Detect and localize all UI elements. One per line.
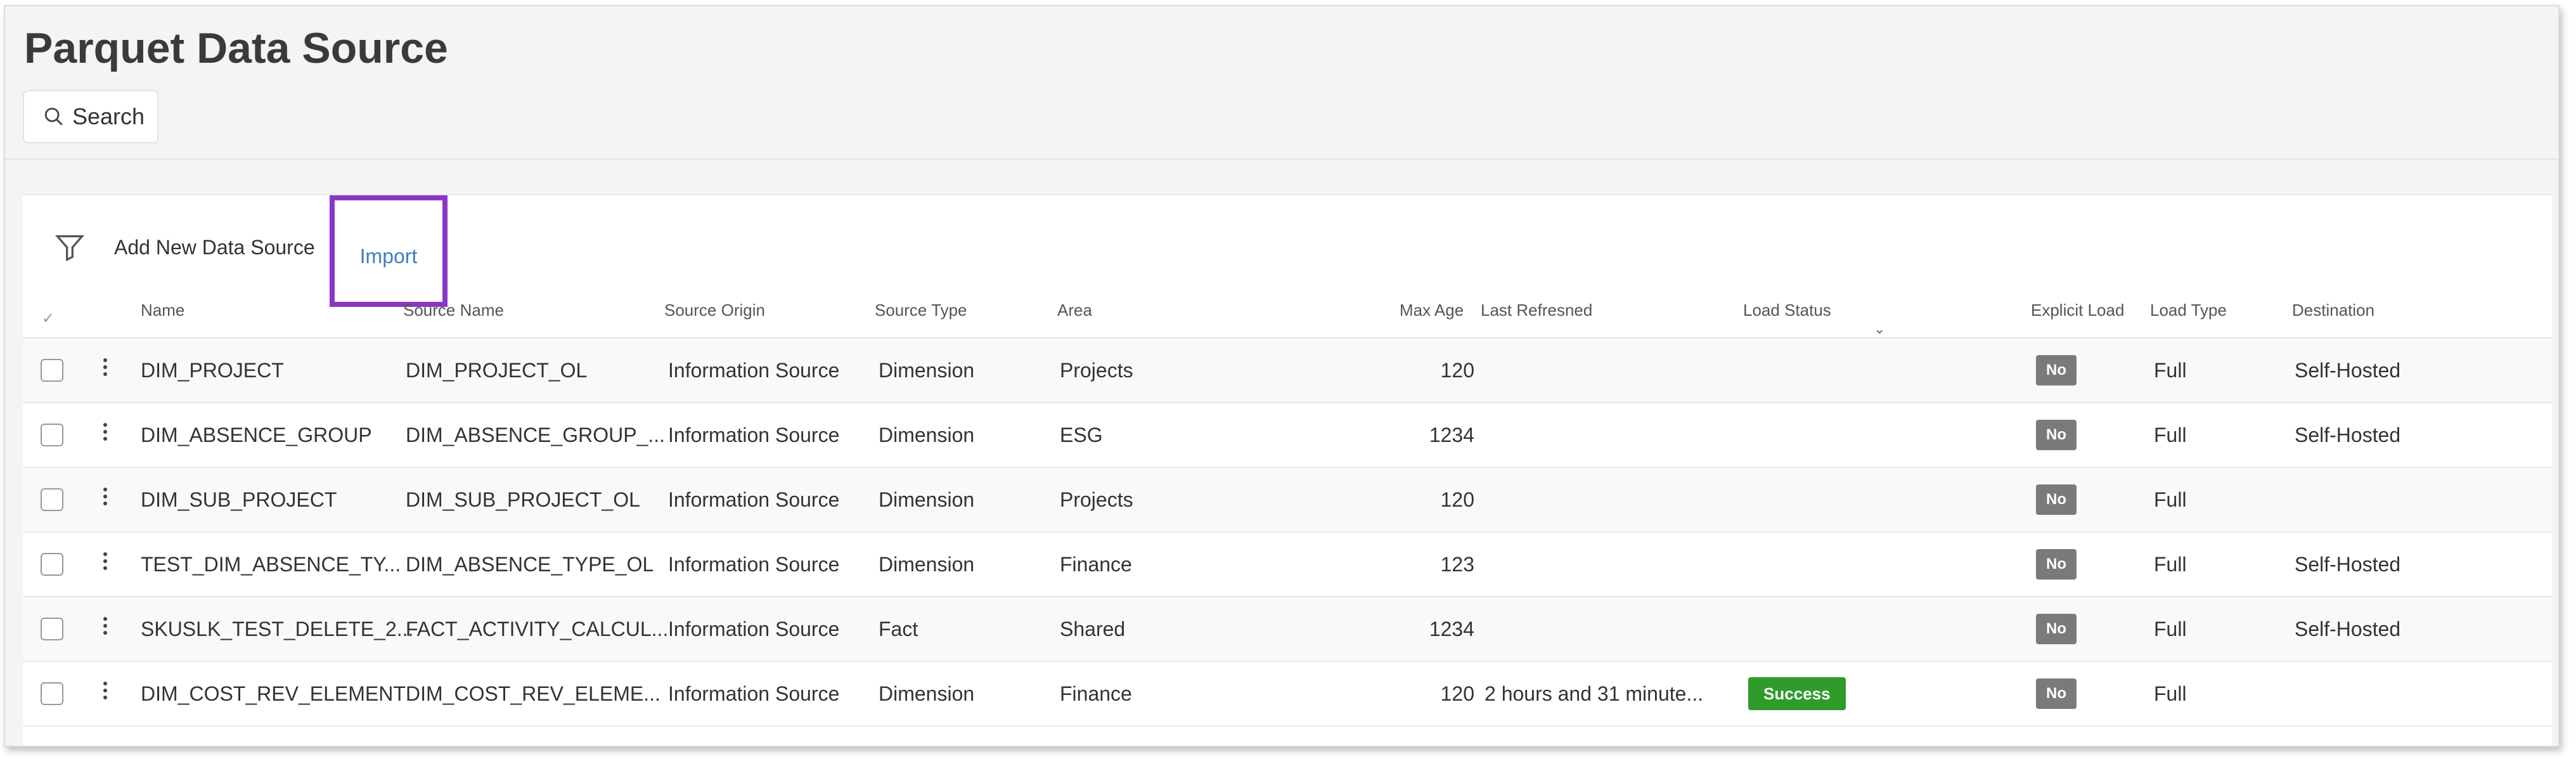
cell-max-age: 1234 (1429, 618, 1474, 640)
cell-source-name: DIM_SUB_PROJECT_OL (406, 488, 640, 511)
cell-source-type: Dimension (879, 682, 975, 705)
row-checkbox[interactable] (41, 618, 63, 640)
cell-name: TEST_DIM_ABSENCE_TY... (141, 553, 401, 576)
sort-chevron-down-icon[interactable]: ⌄ (1874, 321, 1885, 337)
cell-source-type: Dimension (879, 424, 975, 446)
row-menu-icon[interactable] (99, 420, 112, 450)
row-checkbox[interactable] (41, 488, 63, 511)
explicit-load-badge: No (2036, 549, 2077, 580)
header-source-name[interactable]: Source Name (403, 301, 504, 320)
table-header: ✓ Name Source Name Source Origin Source … (23, 297, 2552, 339)
cell-area: Shared (1060, 618, 1126, 640)
row-menu-icon[interactable] (99, 549, 112, 580)
table-row[interactable]: TEST_DIM_ABSENCE_TY... DIM_ABSENCE_TYPE_O… (23, 533, 2552, 597)
header-max-age[interactable]: Max Age (1400, 301, 1464, 320)
cell-max-age: 120 (1440, 682, 1474, 705)
table-row[interactable]: DIM_SUB_PROJECT DIM_SUB_PROJECT_OL Informa… (23, 468, 2552, 533)
cell-load-type: Full (2154, 359, 2187, 382)
divider (5, 159, 2558, 160)
cell-load-type: Full (2154, 553, 2187, 576)
row-menu-icon[interactable] (99, 484, 112, 515)
page-title: Parquet Data Source (24, 24, 448, 72)
table-row[interactable]: DIM_COST_REV_ELEMENT DIM_COST_REV_ELEME..… (23, 662, 2552, 727)
explicit-load-badge: No (2036, 355, 2077, 386)
cell-source-name: DIM_COST_REV_ELEME... (406, 682, 660, 705)
header-load-type[interactable]: Load Type (2150, 301, 2227, 320)
header-destination[interactable]: Destination (2292, 301, 2374, 320)
cell-name: DIM_PROJECT (141, 359, 284, 382)
cell-source-origin: Information Source (668, 682, 840, 705)
cell-source-type: Fact (879, 618, 918, 640)
cell-name: DIM_SUB_PROJECT (141, 488, 337, 511)
header-area[interactable]: Area (1057, 301, 1092, 320)
cell-destination: Self-Hosted (2295, 359, 2401, 382)
cell-name: SKUSLK_TEST_DELETE_2... (141, 618, 414, 640)
toolbar: Add New Data Source Import (23, 195, 2552, 307)
data-source-panel: Add New Data Source Import ✓ Name Source… (23, 194, 2552, 746)
cell-max-age: 120 (1440, 488, 1474, 511)
cell-source-name: DIM_ABSENCE_GROUP_... (406, 424, 665, 446)
table-row[interactable]: SKUSLK_TEST_DELETE_2... FACT_ACTIVITY_CAL… (23, 597, 2552, 662)
cell-source-origin: Information Source (668, 488, 840, 511)
row-checkbox[interactable] (41, 359, 63, 382)
search-button[interactable]: Search (23, 90, 158, 143)
row-checkbox[interactable] (41, 682, 63, 705)
explicit-load-badge: No (2036, 484, 2077, 515)
import-button[interactable]: Import (330, 195, 448, 307)
cell-source-origin: Information Source (668, 359, 840, 382)
cell-load-type: Full (2154, 682, 2187, 705)
filter-icon[interactable] (53, 231, 86, 264)
cell-max-age: 123 (1440, 553, 1474, 576)
search-icon (44, 107, 63, 126)
table-row[interactable]: DIM_ABSENCE_GROUP DIM_ABSENCE_GROUP_... In… (23, 403, 2552, 468)
header-source-origin[interactable]: Source Origin (664, 301, 765, 320)
cell-source-type: Dimension (879, 359, 975, 382)
cell-max-age: 120 (1440, 359, 1474, 382)
cell-name: DIM_ABSENCE_GROUP (141, 424, 372, 446)
cell-source-origin: Information Source (668, 553, 840, 576)
cell-source-name: DIM_ABSENCE_TYPE_OL (406, 553, 654, 576)
header-source-type[interactable]: Source Type (875, 301, 967, 320)
cell-area: Projects (1060, 359, 1133, 382)
row-checkbox[interactable] (41, 553, 63, 576)
add-new-data-source-button[interactable]: Add New Data Source (114, 231, 315, 264)
cell-load-type: Full (2154, 424, 2187, 446)
cell-load-type: Full (2154, 618, 2187, 640)
header-explicit-load[interactable]: Explicit Load (2031, 301, 2124, 320)
cell-destination: Self-Hosted (2295, 553, 2401, 576)
cell-destination: Self-Hosted (2295, 424, 2401, 446)
explicit-load-badge: No (2036, 678, 2077, 709)
cell-area: Projects (1060, 488, 1133, 511)
explicit-load-badge: No (2036, 614, 2077, 644)
cell-source-name: FACT_ACTIVITY_CALCUL... (406, 618, 669, 640)
row-menu-icon[interactable] (99, 614, 112, 644)
cell-area: Finance (1060, 553, 1132, 576)
header-last-refreshed[interactable]: Last Refresned (1481, 301, 1592, 320)
cell-destination: Self-Hosted (2295, 618, 2401, 640)
row-menu-icon[interactable] (99, 678, 112, 709)
cell-max-age: 1234 (1429, 424, 1474, 446)
cell-source-origin: Information Source (668, 618, 840, 640)
search-label: Search (72, 103, 145, 129)
cell-source-type: Dimension (879, 553, 975, 576)
header-load-status[interactable]: Load Status (1743, 301, 1831, 320)
cell-last-refreshed: 2 hours and 31 minute... (1484, 682, 1704, 705)
cell-source-type: Dimension (879, 488, 975, 511)
cell-area: ESG (1060, 424, 1103, 446)
cell-source-name: DIM_PROJECT_OL (406, 359, 588, 382)
row-menu-icon[interactable] (99, 355, 112, 386)
select-all-check-icon[interactable]: ✓ (42, 309, 55, 328)
explicit-load-badge: No (2036, 420, 2077, 450)
header-name[interactable]: Name (141, 301, 184, 320)
row-checkbox[interactable] (41, 424, 63, 446)
load-status-badge: Success (1748, 677, 1846, 710)
cell-source-origin: Information Source (668, 424, 840, 446)
cell-load-type: Full (2154, 488, 2187, 511)
cell-name: DIM_COST_REV_ELEMENT (141, 682, 406, 705)
cell-area: Finance (1060, 682, 1132, 705)
app-window: Parquet Data Source Search Add New Data … (4, 5, 2560, 747)
table-row[interactable]: DIM_PROJECT DIM_PROJECT_OL Information Sou… (23, 339, 2552, 403)
